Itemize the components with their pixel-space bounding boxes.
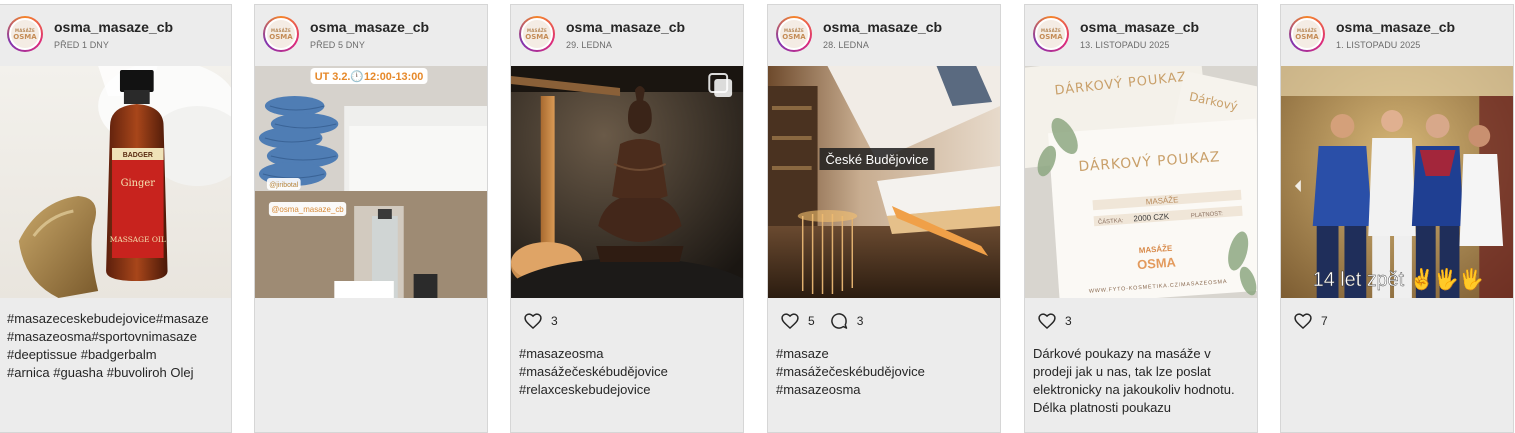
post-actions: 3 <box>523 311 572 331</box>
post-date: 1. LISTOPADU 2025 <box>1336 40 1421 50</box>
post-card[interactable]: MASÁŽE OSMA osma_masaze_cb 13. LISTOPADU… <box>1024 4 1258 433</box>
post-caption: #masazeosma #masážečeskébudějovice #rela… <box>519 345 731 421</box>
product-brand: BADGER <box>123 152 153 159</box>
like-button[interactable]: 3 <box>523 311 558 331</box>
avatar-logo-bottom: OSMA <box>13 32 37 41</box>
post-header: MASÁŽE OSMA osma_masaze_cb 28. LEDNA <box>768 5 1000 66</box>
post-date: PŘED 5 DNY <box>310 40 366 50</box>
caption-line: #deeptissue #badgerbalm <box>7 347 157 362</box>
story-overlay-text: 14 let zpět ✌🖐🖐 <box>1313 267 1484 292</box>
post-card[interactable]: MASÁŽE OSMA osma_masaze_cb PŘED 1 DNY BA… <box>0 4 232 433</box>
heart-icon <box>781 313 799 329</box>
post-header: MASÁŽE OSMA osma_masaze_cb PŘED 1 DNY <box>0 5 231 66</box>
caption-line: #masážečeskébudějovice <box>519 364 668 379</box>
post-header: MASÁŽE OSMA osma_masaze_cb 29. LEDNA <box>511 5 743 66</box>
like-button[interactable]: 5 <box>780 311 815 331</box>
story-mention: @jiribotal <box>269 182 298 189</box>
post-image[interactable]: České Budějovice <box>768 66 1000 298</box>
post-actions: 5 3 <box>780 311 877 331</box>
post-image[interactable]: DÁRKOVÝ POUKAZ Dárkový DÁRKOVÝ POUKAZ MA… <box>1025 66 1257 298</box>
caption-line: #arnica #guasha #buvoliroh Olej <box>7 365 194 380</box>
caption-line: #masazeosma#sportovnimasaze <box>7 329 198 344</box>
post-caption: Dárkové poukazy na masáže v prodeji jak … <box>1033 345 1245 421</box>
post-date: 29. LEDNA <box>566 40 612 50</box>
like-button[interactable]: 3 <box>1037 311 1072 331</box>
post-image[interactable] <box>511 66 743 298</box>
post-date: 28. LEDNA <box>823 40 869 50</box>
post-image[interactable]: BADGER Ginger MASSAGE OIL <box>0 66 231 298</box>
caption-line: #masazeosma <box>519 346 604 361</box>
post-actions: 3 <box>1037 311 1086 331</box>
heart-icon <box>1038 313 1056 329</box>
caption-line: #masaze <box>776 346 829 361</box>
post-caption: #masazeceskebudejovice#masaze #masazeosm… <box>7 310 219 420</box>
post-card[interactable]: MASÁŽE OSMA osma_masaze_cb 29. LEDNA 3 #… <box>510 4 744 433</box>
post-image[interactable]: 14 let zpět ✌🖐🖐 <box>1281 66 1513 298</box>
post-header: MASÁŽE OSMA osma_masaze_cb 1. LISTOPADU … <box>1281 5 1513 66</box>
avatar[interactable]: MASÁŽE OSMA <box>7 16 43 52</box>
avatar-logo-bottom: OSMA <box>782 32 806 41</box>
avatar[interactable]: MASÁŽE OSMA <box>776 16 812 52</box>
username-link[interactable]: osma_masaze_cb <box>54 19 173 35</box>
avatar-logo-bottom: OSMA <box>1295 32 1319 41</box>
caption-line: #relaxceskebudejovice <box>519 382 651 397</box>
heart-icon <box>1294 313 1312 329</box>
caption-line: #masazeceskebudejovice#masaze <box>7 311 209 326</box>
username-link[interactable]: osma_masaze_cb <box>310 19 429 35</box>
heart-icon <box>524 313 542 329</box>
like-count: 5 <box>808 314 815 328</box>
avatar[interactable]: MASÁŽE OSMA <box>1033 16 1069 52</box>
username-link[interactable]: osma_masaze_cb <box>1080 19 1199 35</box>
post-date: PŘED 1 DNY <box>54 40 110 50</box>
comment-button[interactable]: 3 <box>829 311 864 331</box>
product-type: MASSAGE OIL <box>110 235 166 244</box>
story-time-label: UT 3.2.🕛12:00-13:00 <box>315 70 424 83</box>
post-actions: 7 <box>1293 311 1342 331</box>
comment-count: 3 <box>856 314 864 328</box>
avatar[interactable]: MASÁŽE OSMA <box>263 16 299 52</box>
avatar-logo-bottom: OSMA <box>525 32 549 41</box>
username-link[interactable]: osma_masaze_cb <box>566 19 685 35</box>
post-card[interactable]: MASÁŽE OSMA osma_masaze_cb PŘED 5 DNY UT… <box>254 4 488 433</box>
story-mention: @osma_masaze_cb <box>271 205 344 214</box>
like-count: 3 <box>1065 314 1072 328</box>
caption-line: #masazeosma <box>776 382 861 397</box>
voucher-logo-bottom: OSMA <box>1137 255 1177 273</box>
product-name: Ginger <box>121 178 156 189</box>
username-link[interactable]: osma_masaze_cb <box>823 19 942 35</box>
avatar[interactable]: MASÁŽE OSMA <box>1289 16 1325 52</box>
caption-line: #masážečeskébudějovice <box>776 364 925 379</box>
avatar-logo-bottom: OSMA <box>1039 32 1063 41</box>
post-card[interactable]: MASÁŽE OSMA osma_masaze_cb 28. LEDNA Čes… <box>767 4 1001 433</box>
comment-icon <box>830 313 847 329</box>
post-header: MASÁŽE OSMA osma_masaze_cb 13. LISTOPADU… <box>1025 5 1257 66</box>
post-card[interactable]: MASÁŽE OSMA osma_masaze_cb 1. LISTOPADU … <box>1280 4 1514 433</box>
post-date: 13. LISTOPADU 2025 <box>1080 40 1170 50</box>
like-button[interactable]: 7 <box>1293 311 1328 331</box>
like-count: 3 <box>551 314 558 328</box>
avatar[interactable]: MASÁŽE OSMA <box>519 16 555 52</box>
instagram-feed: MASÁŽE OSMA osma_masaze_cb PŘED 1 DNY BA… <box>0 0 1515 433</box>
avatar-logo-bottom: OSMA <box>269 32 293 41</box>
like-count: 7 <box>1321 314 1328 328</box>
caption-text: Dárkové poukazy na masáže v prodeji jak … <box>1033 346 1235 415</box>
username-link[interactable]: osma_masaze_cb <box>1336 19 1455 35</box>
location-sticker: České Budějovice <box>826 152 929 167</box>
post-image[interactable]: UT 3.2.🕛12:00-13:00 @jiribotal @osma_mas… <box>255 66 487 298</box>
post-caption: #masaze #masážečeskébudějovice #masazeos… <box>776 345 988 421</box>
post-header: MASÁŽE OSMA osma_masaze_cb PŘED 5 DNY <box>255 5 487 66</box>
